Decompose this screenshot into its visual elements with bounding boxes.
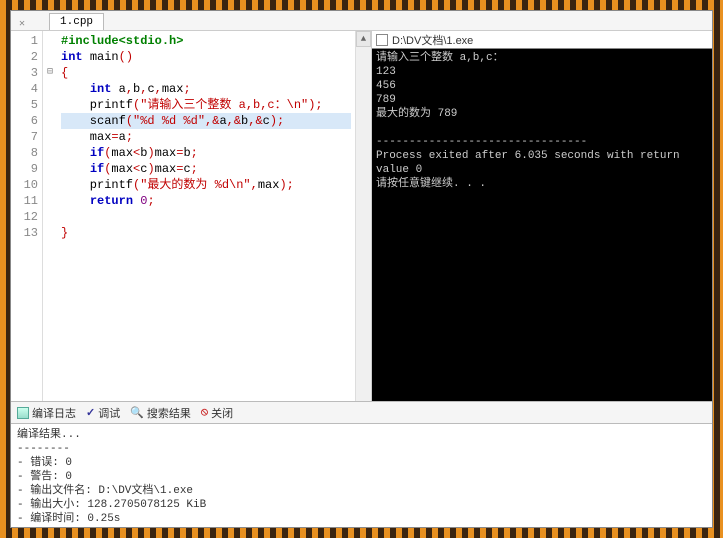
tab-label: 编译日志 [32,405,76,421]
tab-debug[interactable]: ✓ 调试 [86,405,120,421]
check-icon: ✓ [86,406,95,419]
line-number: 5 [11,97,38,113]
line-number: 6 [11,113,38,129]
log-icon [17,407,29,419]
code-line[interactable]: if(max<c)max=c; [61,161,351,177]
fold-marker [43,161,57,177]
line-number: 3 [11,65,38,81]
code-line[interactable]: printf("请输入三个整数 a,b,c：\n"); [61,97,351,113]
fold-marker [43,225,57,241]
console-window: D:\DV文档\1.exe 请输入三个整数 a,b,c： 123 456 789… [372,31,712,401]
fold-column: ⊟ [43,31,57,401]
editor-scrollbar[interactable]: ▲ [355,31,371,401]
tab-close-icon[interactable]: ✕ [19,18,25,30]
code-line[interactable]: scanf("%d %d %d",&a,&b,&c); [61,113,351,129]
code-line[interactable]: max=a; [61,129,351,145]
fold-marker [43,209,57,225]
line-number: 8 [11,145,38,161]
code-line[interactable]: int a,b,c,max; [61,81,351,97]
fold-marker[interactable]: ⊟ [43,65,57,81]
tab-label: 调试 [98,405,120,421]
code-line[interactable]: } [61,225,351,241]
line-number: 1 [11,33,38,49]
console-title-text: D:\DV文档\1.exe [392,32,473,48]
fold-marker [43,33,57,49]
line-number: 4 [11,81,38,97]
workspace: 12345678910111213 ⊟ #include<stdio.h>int… [11,31,712,401]
line-number-gutter: 12345678910111213 [11,31,43,401]
console-output[interactable]: 请输入三个整数 a,b,c： 123 456 789 最大的数为 789 ---… [372,49,712,401]
line-number: 10 [11,177,38,193]
editor-tabbar: ✕ 1.cpp [11,11,712,31]
fold-marker [43,113,57,129]
code-editor[interactable]: 12345678910111213 ⊟ #include<stdio.h>int… [11,31,372,401]
fold-marker [43,81,57,97]
tab-filename: 1.cpp [60,16,93,28]
close-icon: ⦸ [201,406,208,419]
fold-marker [43,145,57,161]
code-line[interactable]: #include<stdio.h> [61,33,351,49]
tab-label: 搜索结果 [147,405,191,421]
fold-marker [43,97,57,113]
code-line[interactable]: return 0; [61,193,351,209]
compiler-output[interactable]: 编译结果... -------- - 错误: 0 - 警告: 0 - 输出文件名… [11,423,712,527]
ide-window: ✕ 1.cpp 12345678910111213 ⊟ #include<std… [10,10,713,528]
tab-label: 关闭 [211,405,233,421]
tab-search-results[interactable]: 🔍 搜索结果 [130,405,191,421]
line-number: 7 [11,129,38,145]
search-icon: 🔍 [130,406,144,419]
fold-marker [43,177,57,193]
fold-marker [43,193,57,209]
console-app-icon [376,34,388,46]
code-line[interactable] [61,209,351,225]
scroll-up-icon[interactable]: ▲ [356,31,371,47]
fold-marker [43,129,57,145]
line-number: 12 [11,209,38,225]
editor-tab[interactable]: 1.cpp [49,13,104,30]
line-number: 2 [11,49,38,65]
code-line[interactable]: printf("最大的数为 %d\n",max); [61,177,351,193]
line-number: 11 [11,193,38,209]
code-area[interactable]: #include<stdio.h>int main(){ int a,b,c,m… [57,31,355,401]
code-line[interactable]: int main() [61,49,351,65]
line-number: 9 [11,161,38,177]
tab-compile-log[interactable]: 编译日志 [17,405,76,421]
line-number: 13 [11,225,38,241]
fold-marker [43,49,57,65]
console-titlebar: D:\DV文档\1.exe [372,31,712,49]
code-line[interactable]: { [61,65,351,81]
bottom-tabbar: 编译日志 ✓ 调试 🔍 搜索结果 ⦸ 关闭 [11,401,712,423]
tab-close[interactable]: ⦸ 关闭 [201,405,233,421]
code-line[interactable]: if(max<b)max=b; [61,145,351,161]
